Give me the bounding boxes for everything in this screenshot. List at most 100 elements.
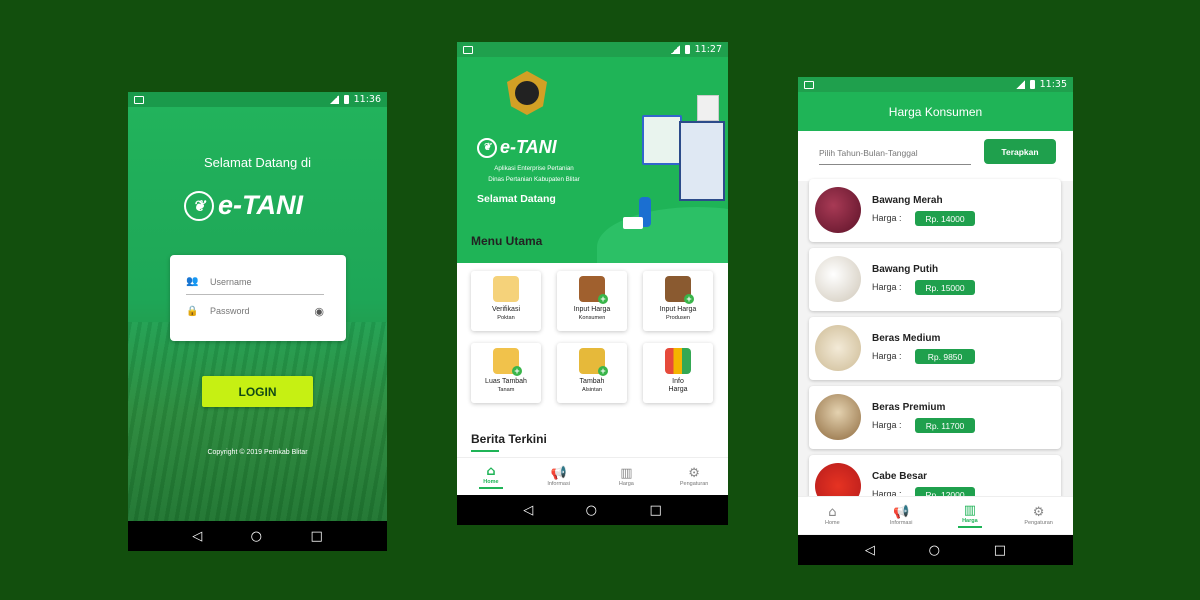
status-bar: 11:35: [798, 77, 1073, 92]
bar-chart-icon: ▥: [620, 465, 633, 481]
password-field[interactable]: 🔒 Password ◉: [186, 298, 324, 324]
laptop-illustration: [623, 217, 643, 229]
tractor-icon: +: [579, 348, 608, 376]
status-bar: 11:36: [128, 92, 387, 107]
system-nav-bar: ◁ ○ □: [128, 521, 387, 551]
price-badge: Rp. 11700: [915, 418, 975, 433]
nav-home[interactable]: ⌂ Home: [461, 463, 521, 489]
back-icon[interactable]: ◁: [523, 503, 533, 518]
bottom-navigation: ⌂ Home 📢 Informasi ▥ Harga ⚙ Pengaturan: [798, 496, 1073, 534]
battery-icon: [343, 95, 349, 104]
tile-input-harga-produsen[interactable]: + Input Harga Produsen: [643, 271, 713, 331]
eye-off-icon[interactable]: ◉: [314, 305, 324, 318]
recent-apps-icon[interactable]: □: [310, 529, 322, 544]
nav-pengaturan[interactable]: ⚙ Pengaturan: [1009, 504, 1069, 526]
username-field[interactable]: 👥 Username: [186, 269, 324, 295]
etani-logo: ❦ e-TANI: [184, 190, 303, 221]
farmer-icon: [493, 276, 519, 302]
home-icon: ⌂: [828, 504, 837, 520]
back-icon[interactable]: ◁: [865, 543, 875, 558]
welcome-text: Selamat Datang di: [204, 155, 311, 170]
tile-info-harga[interactable]: Info Harga: [643, 343, 713, 403]
gear-icon: ⚙: [688, 465, 700, 481]
status-time: 11:35: [1039, 79, 1067, 90]
menu-title-underline: [471, 253, 499, 255]
price-badge: Rp. 15000: [915, 280, 975, 295]
news-title: Berita Terkini: [471, 432, 547, 446]
login-button[interactable]: LOGIN: [202, 376, 313, 407]
apply-button[interactable]: Terapkan: [984, 139, 1056, 164]
shallot-image: [815, 187, 861, 233]
wheat-icon: +: [493, 348, 522, 376]
home-circle-icon[interactable]: ○: [586, 503, 597, 518]
price-badge: Rp. 9850: [915, 349, 975, 364]
nav-harga[interactable]: ▥ Harga: [940, 502, 1000, 528]
nav-harga[interactable]: ▥ Harga: [596, 465, 656, 487]
rice-image: [815, 325, 861, 371]
field-background: [128, 322, 387, 521]
bottom-navigation: ⌂ Home 📢 Informasi ▥ Harga ⚙ Pengaturan: [457, 457, 728, 495]
tile-tambah-alsintan[interactable]: + Tambah Alsintan: [557, 343, 627, 403]
home-circle-icon[interactable]: ○: [929, 543, 940, 558]
banner-subtitle: Aplikasi Enterprise Pertanian Dinas Pert…: [488, 165, 580, 183]
etani-logo: ❦ e-TANI: [477, 137, 557, 158]
date-input[interactable]: Pilih Tahun-Bulan-Tanggal: [819, 143, 971, 165]
password-placeholder: Password: [210, 306, 250, 316]
monitor-illustration: [679, 121, 725, 201]
logo-text: e-TANI: [500, 137, 557, 157]
logo-text: e-TANI: [218, 190, 303, 220]
home-screen: 11:27 ❦ e-TANI Aplikasi Enterprise Perta…: [457, 42, 728, 525]
notification-icon: [804, 80, 814, 89]
status-bar: 11:27: [457, 42, 728, 57]
garlic-image: [815, 256, 861, 302]
login-screen: 11:36 Selamat Datang di ❦ e-TANI 👥 Usern…: [128, 92, 387, 551]
price-item[interactable]: Bawang Putih Harga : Rp. 15000: [809, 248, 1061, 311]
recent-apps-icon[interactable]: □: [994, 543, 1006, 558]
dashboard-illustration: [642, 115, 682, 165]
price-item[interactable]: Beras Medium Harga : Rp. 9850: [809, 317, 1061, 380]
nav-pengaturan[interactable]: ⚙ Pengaturan: [664, 465, 724, 487]
price-item[interactable]: Bawang Merah Harga : Rp. 14000: [809, 179, 1061, 242]
rice-sack-image: [815, 394, 861, 440]
banner-welcome: Selamat Datang: [477, 193, 556, 205]
tile-input-harga-konsumen[interactable]: + Input Harga Konsumen: [557, 271, 627, 331]
megaphone-icon: 📢: [893, 504, 910, 520]
nav-informasi[interactable]: 📢 Informasi: [529, 465, 589, 487]
recent-apps-icon[interactable]: □: [649, 503, 661, 518]
home-icon: ⌂: [486, 463, 496, 479]
gear-icon: ⚙: [1032, 504, 1045, 520]
chart-icon: [665, 348, 691, 374]
notification-icon: [134, 95, 144, 104]
battery-icon: [684, 45, 690, 54]
price-badge: Rp. 14000: [915, 211, 975, 226]
user-icon: 👥: [186, 276, 199, 287]
battery-icon: [1029, 80, 1035, 89]
back-icon[interactable]: ◁: [192, 529, 202, 544]
news-title-underline: [471, 450, 499, 452]
system-nav-bar: ◁ ○ □: [457, 495, 728, 525]
app-bar-title: Harga Konsumen: [798, 92, 1073, 131]
date-filter: Pilih Tahun-Bulan-Tanggal Terapkan: [798, 131, 1073, 181]
copyright-text: Copyright © 2019 Pemkab Blitar: [207, 449, 308, 456]
system-nav-bar: ◁ ○ □: [798, 535, 1073, 565]
leaf-icon: ❦: [477, 137, 497, 158]
chart-card-illustration: [697, 95, 719, 121]
nav-informasi[interactable]: 📢 Informasi: [871, 504, 931, 526]
status-time: 11:27: [694, 44, 722, 55]
notification-icon: [463, 45, 473, 54]
seed-sack-icon: +: [665, 276, 694, 304]
username-placeholder: Username: [210, 276, 252, 287]
megaphone-icon: 📢: [550, 465, 567, 481]
signal-icon: [1015, 80, 1025, 89]
price-item[interactable]: Beras Premium Harga : Rp. 11700: [809, 386, 1061, 449]
price-screen: 11:35 Harga Konsumen Pilih Tahun-Bulan-T…: [798, 77, 1073, 565]
bar-chart-icon: ▥: [963, 502, 977, 518]
home-circle-icon[interactable]: ○: [251, 529, 262, 544]
vegetable-basket-icon: +: [579, 276, 608, 304]
home-banner: ❦ e-TANI Aplikasi Enterprise Pertanian D…: [457, 57, 728, 263]
leaf-icon: ❦: [184, 190, 214, 221]
tile-verifikasi-poktan[interactable]: Verifikasi Poktan: [471, 271, 541, 331]
tile-luas-tambah-tanam[interactable]: + Luas Tambah Tanam: [471, 343, 541, 403]
nav-home[interactable]: ⌂ Home: [802, 504, 862, 526]
status-time: 11:36: [353, 94, 381, 105]
